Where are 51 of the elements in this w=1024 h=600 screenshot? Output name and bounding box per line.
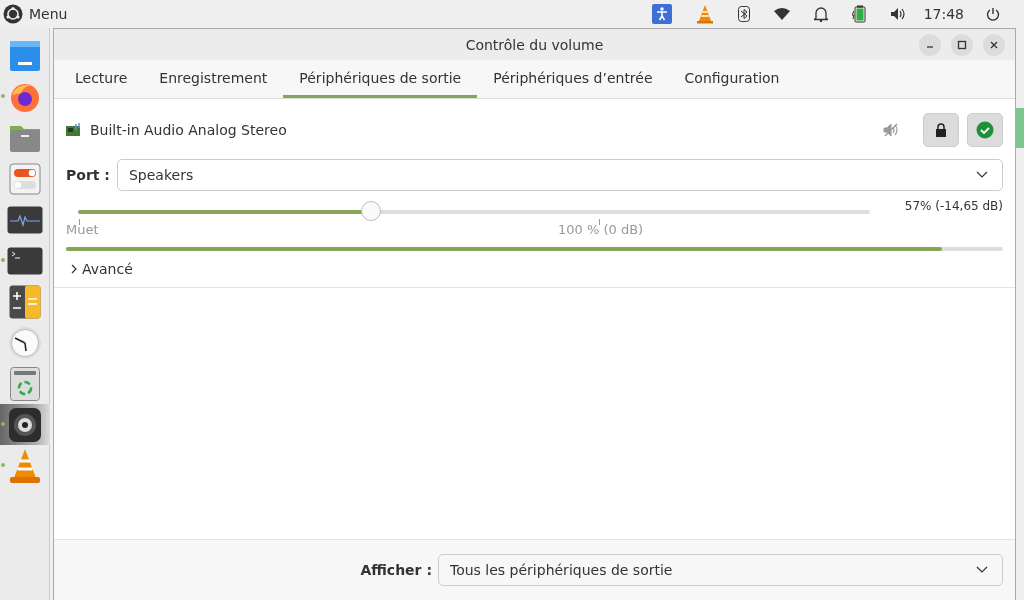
full-volume-mark-label: 100 % (0 dB) (558, 222, 644, 237)
volume-reading: 57% (-14,65 dB) (904, 199, 1003, 213)
mute-mark-label: Muet (66, 222, 99, 237)
power-icon[interactable] (986, 7, 1000, 21)
trash-icon (9, 366, 40, 401)
terminal-icon (6, 246, 43, 275)
tab[interactable]: Périphériques d’entrée (477, 60, 669, 98)
device-name: Built-in Audio Analog Stereo (90, 122, 287, 138)
sound-card-icon (66, 123, 82, 137)
maximize-icon (957, 40, 967, 50)
show-dropdown[interactable]: Tous les périphériques de sortie (438, 554, 1003, 586)
menu-logo-icon[interactable] (3, 4, 23, 24)
port-dropdown[interactable]: Speakers (116, 159, 1003, 191)
port-label: Port : (66, 167, 110, 183)
close-icon (989, 40, 999, 50)
clock[interactable]: 17:48 (923, 6, 964, 22)
close-button[interactable] (983, 34, 1005, 56)
wifi-icon[interactable] (773, 8, 790, 20)
chevron-down-icon (976, 171, 988, 179)
calculator-icon (8, 284, 41, 319)
show-label: Afficher : (360, 562, 432, 578)
chevron-down-icon (976, 566, 988, 574)
toggles-icon (8, 162, 41, 195)
cone-icon[interactable] (695, 4, 714, 24)
pulse-monitor-icon (6, 205, 43, 234)
dock-item[interactable] (0, 404, 50, 445)
check-circle-icon (976, 121, 994, 139)
lock-button[interactable] (923, 113, 959, 147)
bell-icon[interactable] (813, 6, 828, 22)
window-title: Contrôle du volume (465, 36, 604, 53)
cone-icon (7, 447, 42, 484)
advanced-expander[interactable]: Avancé (66, 258, 137, 280)
tab[interactable]: Lecture (59, 60, 144, 98)
minimize-button[interactable] (919, 34, 941, 56)
volume-icon[interactable] (889, 7, 906, 21)
chevron-right-icon (70, 264, 78, 274)
mute-icon[interactable] (883, 123, 899, 137)
battery-icon[interactable] (851, 5, 866, 23)
tab[interactable]: Enregistrement (143, 60, 284, 98)
bluetooth-icon[interactable] (737, 6, 750, 22)
accessibility-icon[interactable] (651, 4, 672, 24)
tab[interactable]: Périphériques de sortie (283, 60, 478, 98)
default-device-button[interactable] (967, 113, 1003, 147)
slider-thumb[interactable] (361, 201, 382, 221)
tab[interactable]: Configuration (668, 60, 796, 98)
maximize-button[interactable] (951, 34, 973, 56)
clock-icon (7, 325, 42, 360)
window-icon (8, 39, 41, 72)
menu-label[interactable]: Menu (29, 6, 68, 22)
speaker-icon (7, 406, 42, 443)
lock-icon (935, 123, 947, 137)
